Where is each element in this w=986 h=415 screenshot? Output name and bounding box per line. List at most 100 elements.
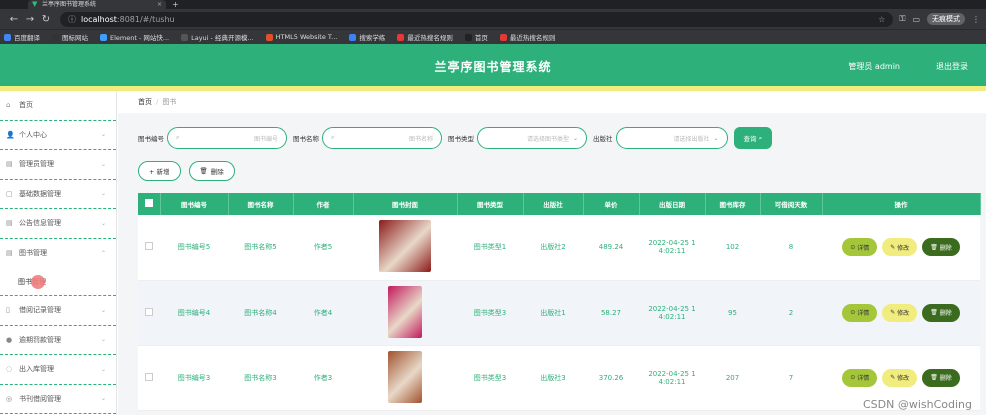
detail-button[interactable]: ⊙ 详情 [842, 303, 878, 322]
delete-button[interactable]: 🗑 删除 [922, 303, 960, 322]
book-name-input[interactable]: ⌕ 图书名称 [322, 127, 442, 149]
chevron-down-icon: ⌄ [713, 134, 719, 142]
book-no-input[interactable]: ⌕ 图书编号 [167, 127, 287, 149]
detail-button[interactable]: ⊙ 详情 [842, 368, 878, 387]
sidebar-item[interactable]: ◌ 出入库管理 ⌄ [0, 355, 116, 385]
delete-button[interactable]: 🗑 删除 [922, 368, 960, 387]
book-name-placeholder: 图书名称 [408, 135, 433, 143]
current-user: 管理员 admin [848, 62, 900, 71]
detail-icon: ⊙ [850, 243, 856, 251]
select-all-checkbox[interactable] [138, 193, 161, 215]
sidebar-item-label: 基础数据管理 [19, 189, 61, 198]
publisher-select[interactable]: 请选择出版社 ⌄ [615, 127, 728, 149]
sidebar-item-label: 出入库管理 [19, 365, 54, 374]
url-input[interactable]: ⓘ localhost:8081/#/tushu ☆ [60, 11, 894, 27]
bookmark-item[interactable]: 首页 [464, 32, 488, 42]
cell-book-name: 图书名称3 [228, 345, 293, 411]
cell-cover [353, 280, 457, 346]
sidebar-item-label: 借阅记录管理 [19, 306, 61, 315]
column-header: 出版社 [523, 193, 584, 215]
trash-icon: 🗑 [930, 243, 938, 251]
table-row: 图书编号3 图书名称3 作者3 图书类型3 出版社3 370.26 2022-04-25 1… [138, 345, 980, 411]
window-icon[interactable]: ▭ [912, 15, 920, 24]
column-header: 图书封面 [353, 193, 458, 215]
edit-button[interactable]: ✎ 修改 [882, 368, 918, 387]
cell-book-type: 图书类型3 [457, 280, 523, 346]
sidebar-item[interactable]: ▤ 图书管理 ⌃ [0, 239, 116, 269]
book-type-select[interactable]: 请选择图书类型 ⌄ [477, 127, 587, 149]
edit-button[interactable]: ✎ 修改 [882, 303, 918, 322]
sidebar-subitem-book-management[interactable]: 图书管理 [0, 268, 116, 296]
bookmark-item[interactable]: HTML5 Website T... [265, 33, 338, 41]
sidebar-item-label: 图书管理 [19, 249, 47, 258]
bookmark-item[interactable]: 百度翻译 [4, 32, 40, 42]
sidebar-item[interactable]: ⌂ 首页 [0, 91, 116, 121]
bookmark-star-icon[interactable]: ☆ [878, 15, 885, 24]
table-row: 图书编号5 图书名称5 作者5 图书类型1 出版社2 489.24 2022-04-25 1… [138, 215, 980, 281]
forward-icon[interactable]: → [22, 14, 38, 25]
bookmark-item[interactable]: 最近热搜名规则 [397, 32, 453, 42]
bookmark-item[interactable]: 搜索学练 [349, 32, 385, 42]
add-button[interactable]: + 新增 [138, 161, 181, 181]
delete-label: 删除 [939, 244, 952, 252]
sidebar-item[interactable]: ▯ 借阅记录管理 ⌄ [0, 296, 116, 326]
row-checkbox[interactable] [138, 280, 160, 346]
sidebar-item[interactable]: ▤ 公告信息管理 ⌄ [0, 209, 116, 239]
chevron-icon: ⌄ [100, 365, 106, 373]
sidebar-item-label: 逾期罚款管理 [19, 335, 61, 344]
bookmark-favicon-icon [52, 33, 59, 41]
menu-icon: ⌂ [6, 101, 11, 110]
app-header: 兰亭序图书管理系统 管理员 admin 退出登录 [0, 44, 986, 86]
cell-borrow-days: 8 [760, 215, 822, 281]
book-name-label: 图书名称 [293, 135, 319, 143]
query-button[interactable]: 查询 ⌕ [733, 127, 773, 149]
browser-tab[interactable]: ▼ 兰亭序图书管理系统 × [28, 0, 166, 9]
logout-link[interactable]: 退出登录 [936, 61, 968, 72]
detail-icon: ⊙ [850, 309, 856, 316]
close-tab-icon[interactable]: × [157, 0, 162, 9]
bookmark-label: Layui - 经典开源模... [191, 34, 254, 42]
menu-dots-icon[interactable]: ⋮ [972, 15, 980, 24]
url-path: :8081/#/tushu [116, 14, 175, 24]
reload-icon[interactable]: ↻ [38, 14, 54, 25]
cell-book-no: 图书编号3 [160, 345, 228, 411]
cell-publish-date: 2022-04-25 1 4:02:11 [639, 215, 705, 281]
edit-button[interactable]: ✎ 修改 [882, 238, 918, 257]
bookmark-favicon-icon [265, 33, 273, 41]
column-header: 图书类型 [457, 193, 524, 215]
incognito-badge[interactable]: 无痕模式 [927, 13, 965, 25]
bookmark-item[interactable]: 图标网站 [52, 32, 88, 42]
detail-button[interactable]: ⊙ 详情 [842, 238, 878, 257]
bookmark-item[interactable]: Element - 网站快... [100, 32, 169, 42]
row-checkbox[interactable] [138, 215, 160, 281]
sidebar-item-label: 个人中心 [19, 130, 47, 139]
menu-icon: ▤ [6, 249, 13, 258]
delete-button[interactable]: 🗑 删除 [922, 238, 960, 257]
back-icon[interactable]: ← [6, 14, 22, 25]
edit-icon: ✎ [890, 374, 896, 381]
sidebar-item[interactable]: ● 逾期罚款管理 ⌄ [0, 326, 116, 355]
key-icon[interactable]: ⚿ [899, 14, 905, 24]
book-no-label: 图书编号 [138, 135, 164, 143]
breadcrumb-home[interactable]: 首页 [138, 97, 152, 107]
detail-label: 详情 [857, 375, 870, 382]
chevron-icon: ⌄ [100, 219, 106, 227]
bookmark-item[interactable]: Layui - 经典开源模... [181, 32, 254, 42]
breadcrumb-separator: / [156, 98, 159, 106]
bookmark-favicon-icon [349, 33, 357, 41]
cell-publisher: 出版社1 [523, 280, 583, 346]
sidebar-item[interactable]: ◎ 书刊借阅管理 ⌄ [0, 385, 116, 414]
content-area: 首页 / 图书 图书编号 ⌕ 图书编号 图书名称 ⌕ 图书名称 图书类型 请选择… [118, 91, 986, 415]
bookmark-label: HTML5 Website T... [275, 33, 338, 41]
column-header: 图书库存 [705, 193, 761, 215]
sidebar-item[interactable]: 👤 个人中心 ⌄ [0, 121, 116, 150]
bookmark-item[interactable]: 最近热搜名规则 [499, 32, 555, 42]
bookmark-label: 首页 [474, 34, 488, 42]
detail-icon: ⊙ [850, 374, 856, 381]
sidebar-item[interactable]: ▤ 管理员管理 ⌄ [0, 150, 116, 180]
bookmark-favicon-icon [464, 33, 472, 41]
row-checkbox[interactable] [138, 345, 160, 411]
sidebar-item[interactable]: ▢ 基础数据管理 ⌄ [0, 180, 116, 209]
new-tab-button[interactable]: + [172, 0, 179, 9]
batch-delete-button[interactable]: 🗑 删除 [188, 161, 235, 181]
